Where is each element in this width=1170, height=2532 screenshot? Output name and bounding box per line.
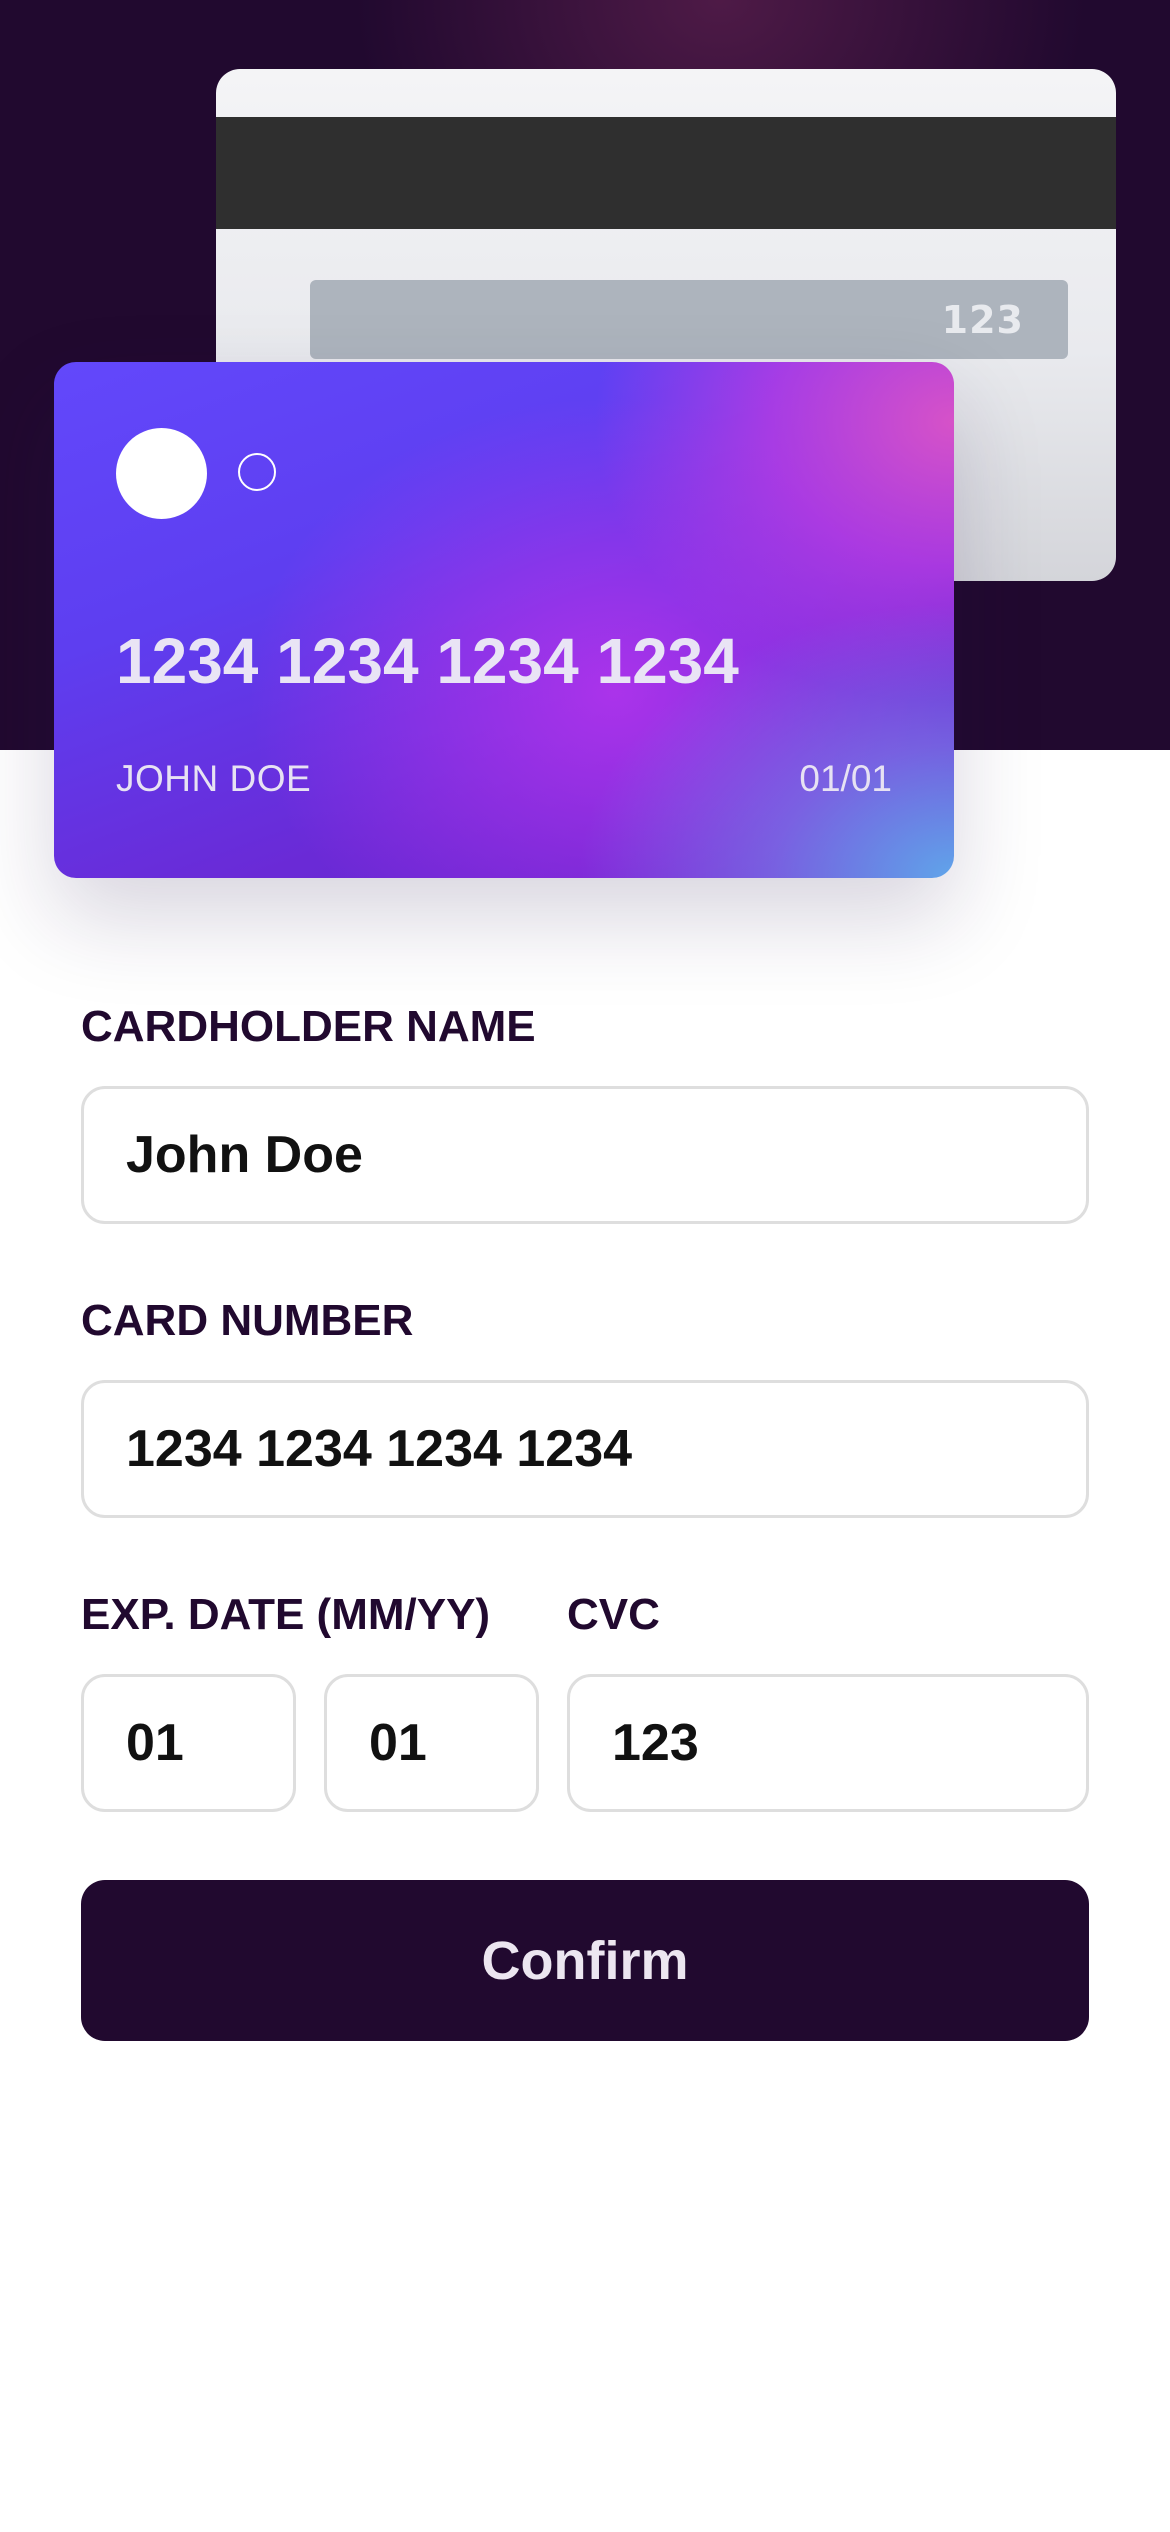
card-back-cvc: 123 [941, 297, 1024, 342]
exp-year-input[interactable] [327, 1677, 536, 1809]
card-number-input[interactable] [84, 1383, 1086, 1515]
card-logo-outline-circle-icon [238, 453, 276, 491]
card-front-number: 1234 1234 1234 1234 [116, 625, 739, 697]
cardholder-name-field-box [81, 1086, 1089, 1224]
card-number-field-box [81, 1380, 1089, 1518]
magnetic-stripe [216, 117, 1116, 229]
cvc-label: CVC [567, 1590, 660, 1639]
exp-month-input[interactable] [84, 1677, 293, 1809]
cardholder-name-input[interactable] [84, 1089, 1086, 1221]
card-number-label: CARD NUMBER [81, 1296, 414, 1345]
cvc-input[interactable] [570, 1677, 1086, 1809]
exp-year-field-box [324, 1674, 539, 1812]
card-front-expiry: 01/01 [799, 758, 892, 799]
card-front-holder: JOHN DOE [116, 758, 312, 799]
confirm-button[interactable]: Confirm [81, 1880, 1089, 2041]
card-logo-filled-circle-icon [116, 428, 207, 519]
cardholder-name-label: CARDHOLDER NAME [81, 1002, 536, 1051]
signature-strip: 123 [310, 280, 1068, 359]
exp-date-label: EXP. DATE (MM/YY) [81, 1590, 491, 1639]
cvc-field-box [567, 1674, 1089, 1812]
exp-month-field-box [81, 1674, 296, 1812]
card-front-preview: 1234 1234 1234 1234 JOHN DOE 01/01 [54, 362, 954, 878]
